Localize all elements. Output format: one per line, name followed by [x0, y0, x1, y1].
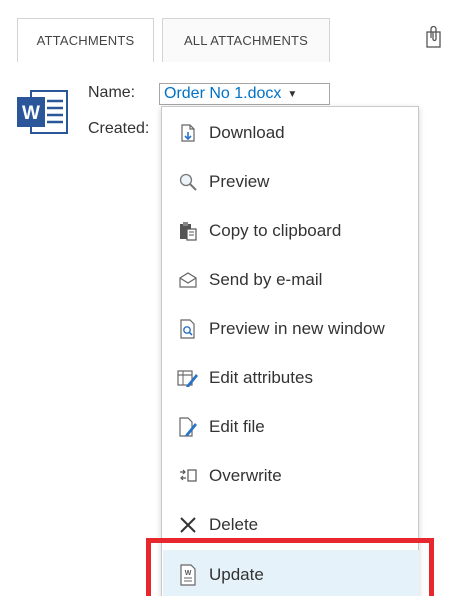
menu-item-label: Send by e-mail — [209, 270, 323, 289]
tab-attachments-label: ATTACHMENTS — [36, 33, 135, 48]
delete-x-icon — [177, 514, 199, 536]
menu-item-preview-in-new-window[interactable]: Preview in new window — [163, 305, 419, 353]
word-update-icon: W — [177, 564, 199, 586]
file-name-dropdown[interactable]: Order No 1.docx ▼ — [159, 83, 330, 105]
clipboard-icon — [177, 220, 199, 242]
attachments-panel: ATTACHMENTS ALL ATTACHMENTS W Name: Crea… — [0, 0, 454, 596]
paperclip-icon[interactable] — [425, 26, 445, 48]
file-actions-menu: Download Preview Copy to clipboard Send … — [161, 106, 419, 596]
menu-item-download[interactable]: Download — [163, 109, 419, 157]
document-search-icon — [177, 318, 199, 340]
envelope-icon — [177, 269, 199, 291]
overwrite-icon — [177, 465, 199, 487]
menu-item-label: Copy to clipboard — [209, 221, 342, 240]
svg-text:W: W — [22, 103, 40, 124]
download-icon — [177, 122, 199, 144]
menu-item-delete[interactable]: Delete — [163, 501, 419, 549]
word-document-icon: W — [17, 90, 68, 134]
tab-attachments[interactable]: ATTACHMENTS — [17, 18, 154, 62]
menu-item-label: Edit file — [209, 417, 265, 436]
menu-item-send-by-email[interactable]: Send by e-mail — [163, 256, 419, 304]
menu-item-label: Delete — [209, 515, 259, 534]
menu-item-update[interactable]: W Update — [163, 550, 419, 596]
menu-item-label: Preview — [209, 172, 270, 191]
menu-item-preview[interactable]: Preview — [163, 158, 419, 206]
menu-item-label: Preview in new window — [209, 319, 385, 338]
menu-item-label: Update — [209, 565, 264, 584]
menu-item-edit-attributes[interactable]: Edit attributes — [163, 354, 419, 402]
menu-item-edit-file[interactable]: Edit file — [163, 403, 419, 451]
tab-all-attachments-label: ALL ATTACHMENTS — [183, 33, 309, 48]
name-label: Name: — [88, 84, 136, 101]
svg-text:W: W — [185, 570, 192, 577]
edit-file-icon — [177, 416, 199, 438]
tab-all-attachments[interactable]: ALL ATTACHMENTS — [162, 18, 330, 62]
created-label: Created: — [88, 120, 150, 137]
chevron-down-icon: ▼ — [287, 88, 298, 100]
menu-item-label: Edit attributes — [209, 368, 313, 387]
magnifier-icon — [177, 171, 199, 193]
file-name-value: Order No 1.docx — [164, 85, 282, 102]
menu-item-label: Overwrite — [209, 466, 282, 485]
edit-attributes-icon — [177, 367, 199, 389]
menu-item-overwrite[interactable]: Overwrite — [163, 452, 419, 500]
menu-item-copy-to-clipboard[interactable]: Copy to clipboard — [163, 207, 419, 255]
menu-item-label: Download — [209, 123, 285, 142]
